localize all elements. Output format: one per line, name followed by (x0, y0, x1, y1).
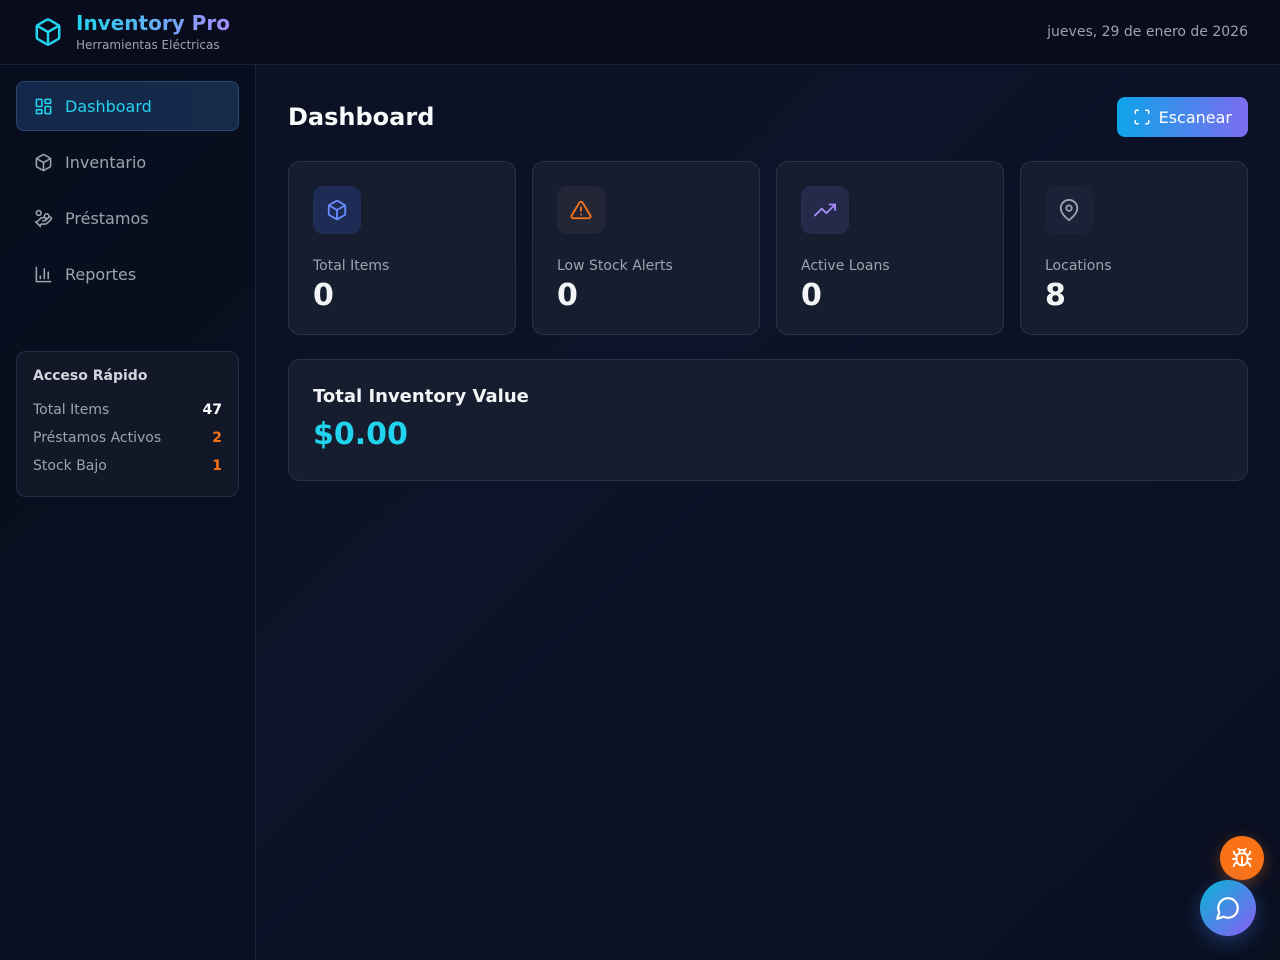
box-icon (313, 186, 361, 234)
bug-icon (1231, 847, 1253, 869)
sidebar-item-dashboard[interactable]: Dashboard (16, 81, 239, 131)
sidebar-nav: Dashboard Inventario Préstamos Reportes (16, 81, 239, 299)
sidebar-item-prestamos[interactable]: Préstamos (16, 193, 239, 243)
main-content: Dashboard Escanear Total Items 0 Low Sto… (288, 97, 1248, 481)
trending-up-icon (801, 186, 849, 234)
sidebar-item-label: Reportes (65, 264, 137, 284)
layout-grid-icon (33, 96, 53, 116)
stat-label: Active Loans (801, 258, 890, 274)
inventory-value-title: Total Inventory Value (313, 386, 529, 407)
chat-button[interactable] (1200, 880, 1256, 936)
sidebar-item-label: Dashboard (65, 96, 152, 116)
scan-button[interactable]: Escanear (1116, 97, 1248, 137)
sidebar-item-inventario[interactable]: Inventario (16, 137, 239, 187)
box-icon (33, 152, 53, 172)
quick-access-value: 47 (202, 402, 222, 418)
quick-access-panel: Acceso Rápido Total Items 47 Préstamos A… (16, 351, 239, 497)
quick-access-row: Préstamos Activos 2 (33, 424, 222, 452)
sidebar-item-label: Préstamos (65, 208, 149, 228)
current-date: jueves, 29 de enero de 2026 (1047, 24, 1248, 40)
scan-icon (1133, 108, 1151, 126)
quick-access-row: Stock Bajo 1 (33, 452, 222, 480)
bug-report-button[interactable] (1220, 836, 1264, 880)
quick-access-title: Acceso Rápido (33, 368, 148, 384)
stat-label: Low Stock Alerts (557, 258, 673, 274)
scan-button-label: Escanear (1158, 107, 1232, 127)
quick-access-value: 1 (212, 458, 222, 474)
bar-chart-icon (33, 264, 53, 284)
quick-access-label: Préstamos Activos (33, 430, 162, 446)
quick-access-row: Total Items 47 (33, 396, 222, 424)
stat-card-total-items[interactable]: Total Items 0 (288, 161, 516, 335)
app-root: Inventory Pro Herramientas Eléctricas ju… (0, 0, 1280, 960)
stat-card-low-stock[interactable]: Low Stock Alerts 0 (532, 161, 760, 335)
stat-label: Locations (1045, 258, 1112, 274)
sidebar-item-label: Inventario (65, 152, 147, 172)
quick-access-label: Total Items (33, 402, 110, 418)
stat-value: 0 (313, 278, 334, 313)
stat-label: Total Items (313, 258, 390, 274)
hand-coins-icon (33, 208, 53, 228)
stat-card-active-loans[interactable]: Active Loans 0 (776, 161, 1004, 335)
sidebar-item-reportes[interactable]: Reportes (16, 249, 239, 299)
inventory-value-amount: $0.00 (313, 417, 408, 452)
stats-cards: Total Items 0 Low Stock Alerts 0 Active … (288, 161, 1248, 335)
page-header: Dashboard Escanear (288, 97, 1248, 137)
app-title: Inventory Pro (76, 11, 230, 35)
stat-value: 0 (801, 278, 822, 313)
page-title: Dashboard (288, 103, 435, 131)
sidebar: Dashboard Inventario Préstamos Reportes … (0, 65, 256, 960)
alert-triangle-icon (557, 186, 605, 234)
brand[interactable]: Inventory Pro Herramientas Eléctricas (32, 11, 230, 53)
quick-access-value: 2 (212, 430, 222, 446)
stat-card-locations[interactable]: Locations 8 (1020, 161, 1248, 335)
stat-value: 0 (557, 278, 578, 313)
quick-access-label: Stock Bajo (33, 458, 107, 474)
chat-bubble-icon (1215, 895, 1241, 921)
map-pin-icon (1045, 186, 1093, 234)
box-icon (32, 16, 64, 48)
inventory-value-card: Total Inventory Value $0.00 (288, 359, 1248, 481)
app-subtitle: Herramientas Eléctricas (76, 38, 220, 52)
stat-value: 8 (1045, 278, 1066, 313)
top-header: Inventory Pro Herramientas Eléctricas ju… (0, 0, 1280, 65)
